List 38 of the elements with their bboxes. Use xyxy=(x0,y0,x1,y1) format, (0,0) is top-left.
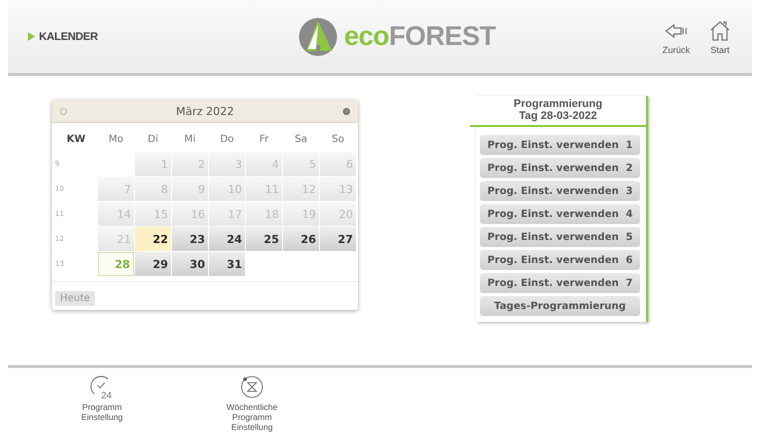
program-button[interactable]: Prog. Einst. verwenden 4 xyxy=(480,204,640,224)
home-button[interactable]: Start xyxy=(708,18,732,54)
week-heading: KW xyxy=(66,132,86,147)
calendar-day[interactable]: 30 xyxy=(172,252,208,276)
logo-text: ecoFOREST xyxy=(344,21,496,52)
calendar-day[interactable]: 29 xyxy=(135,252,171,276)
weekday-label: So xyxy=(330,132,346,147)
panel-title: Programmierung Tag 28-03-2022 xyxy=(470,96,646,128)
logo-icon xyxy=(298,16,338,56)
program-button[interactable]: Prog. Einst. verwenden 3 xyxy=(480,181,640,202)
weekday-label: Sa xyxy=(294,132,308,147)
back-button[interactable]: Zurück xyxy=(662,18,690,54)
program-button[interactable]: Prog. Einst. verwenden 7 xyxy=(480,273,640,294)
weekday-label: Di xyxy=(146,132,160,147)
weekday-label: Do xyxy=(219,132,235,147)
program-button[interactable]: Prog. Einst. verwenden 6 xyxy=(480,250,640,270)
calendar-day[interactable]: 24 xyxy=(209,227,245,252)
weekday-label: Mi xyxy=(183,132,197,147)
weekday-label: Fr xyxy=(258,132,270,147)
program-button[interactable]: Prog. Einst. verwenden 5 xyxy=(480,227,640,248)
daily-program-button[interactable]: 24 Programm Einstellung xyxy=(58,374,146,432)
program-button[interactable]: Tages-Programmierung xyxy=(480,296,640,316)
calendar-day[interactable]: 27 xyxy=(320,227,356,252)
section-title: KALENDER xyxy=(39,30,98,42)
weekly-program-button[interactable]: Wöchentliche Programm Einstellung xyxy=(208,374,296,432)
calendar-day[interactable]: 22 xyxy=(135,227,171,252)
weekday-label: Mo xyxy=(108,132,124,147)
triangle-icon xyxy=(28,32,35,41)
program-button[interactable]: Prog. Einst. verwenden 1 xyxy=(480,135,640,156)
calendar-day[interactable]: 31 xyxy=(209,252,245,276)
program-button[interactable]: Prog. Einst. verwenden 2 xyxy=(480,158,640,178)
month-title: März 2022 xyxy=(176,104,234,118)
home-icon xyxy=(708,18,732,42)
calendar-day[interactable]: 26 xyxy=(283,227,319,252)
next-month-button[interactable] xyxy=(343,108,350,115)
calendar-day[interactable]: 23 xyxy=(172,227,208,252)
hourglass-icon xyxy=(239,374,265,400)
calendar-day[interactable]: 25 xyxy=(246,227,282,252)
